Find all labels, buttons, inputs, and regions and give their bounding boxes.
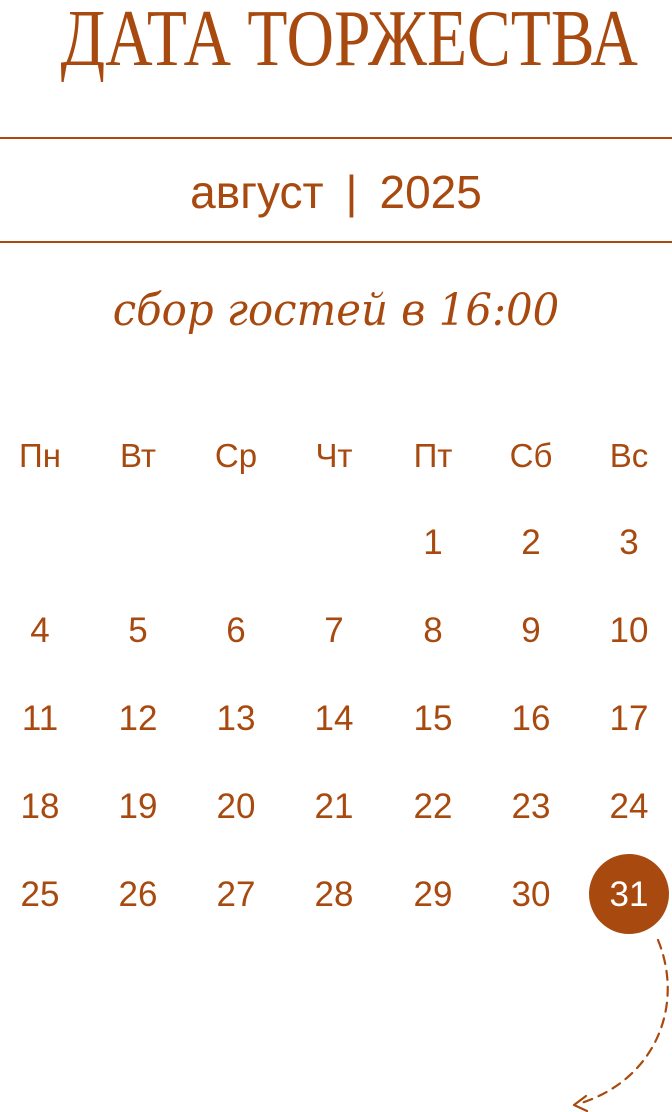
calendar-day: 14 [314, 699, 354, 738]
calendar-day: 19 [118, 787, 158, 826]
calendar-day: 9 [521, 611, 541, 650]
dashed-curved-arrow-icon [572, 938, 669, 1112]
weekday-header: Вт [119, 437, 157, 474]
calendar-day: 29 [413, 875, 453, 914]
calendar-day-selected: 31 [609, 875, 649, 914]
calendar-day: 2 [521, 523, 541, 562]
calendar-day: 28 [314, 875, 354, 914]
calendar-day: 21 [314, 787, 354, 826]
calendar-day: 13 [216, 699, 256, 738]
weekday-header: Сб [509, 437, 553, 474]
calendar-day: 8 [423, 611, 443, 650]
weekday-header: Вс [609, 437, 649, 474]
calendar-day: 24 [609, 787, 649, 826]
weekday-header: Пт [413, 437, 453, 474]
weekday-header: Пн [19, 437, 61, 474]
calendar-day: 26 [118, 875, 158, 914]
calendar-day: 5 [128, 611, 148, 650]
calendar-day: 11 [21, 699, 59, 738]
calendar-day: 16 [511, 699, 551, 738]
calendar-day: 10 [609, 611, 649, 650]
calendar-day: 30 [511, 875, 551, 914]
calendar-day: 22 [413, 787, 453, 826]
calendar-day: 4 [30, 611, 50, 650]
calendar-day: 1 [423, 523, 443, 562]
calendar-day: 15 [413, 699, 453, 738]
calendar-day: 12 [118, 699, 158, 738]
calendar-day: 17 [609, 699, 649, 738]
calendar-day: 23 [511, 787, 551, 826]
calendar-day: 25 [20, 875, 60, 914]
calendar-day: 6 [226, 611, 246, 650]
weekday-header: Ср [214, 437, 258, 474]
calendar-day: 20 [216, 787, 256, 826]
calendar-day: 7 [324, 611, 344, 650]
calendar-day: 3 [619, 523, 639, 562]
calendar-day: 27 [216, 875, 256, 914]
weekday-header: Чт [315, 437, 353, 474]
calendar-day: 18 [20, 787, 60, 826]
